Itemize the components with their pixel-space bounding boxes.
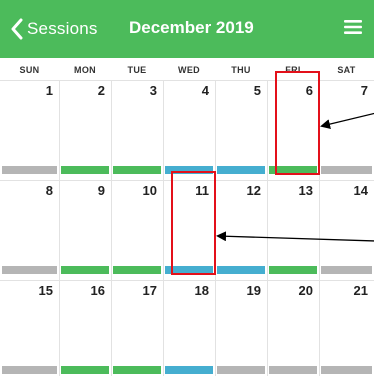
arrow-to-wednesday [216,231,374,242]
calendar-screen: Sessions December 2019 SUN MON TUE WED THU FR… [0,0,374,376]
arrow-to-friday [320,112,374,129]
annotation-arrows [216,112,374,242]
